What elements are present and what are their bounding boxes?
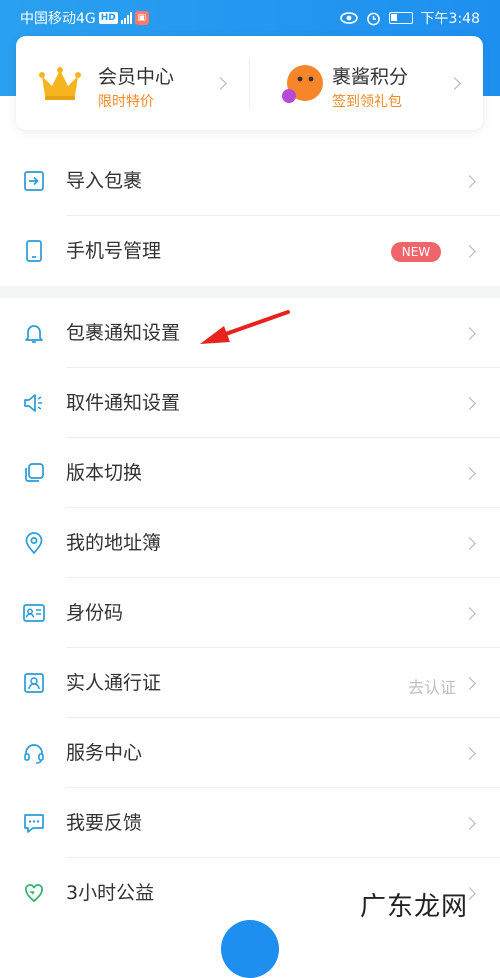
- menu-item-service-center[interactable]: 服务中心: [0, 718, 500, 788]
- chevron-right-icon: [448, 77, 461, 90]
- chevron-right-icon: [463, 607, 476, 620]
- speaker-icon: [24, 394, 42, 412]
- chevron-right-icon: [463, 817, 476, 830]
- watermark-text: 广东龙网: [360, 892, 469, 922]
- chevron-right-icon: [463, 537, 476, 550]
- menu-item-import-package[interactable]: 导入包裹: [0, 146, 500, 216]
- menu-item-phone-management[interactable]: 手机号管理 NEW: [0, 216, 500, 286]
- chevron-right-icon: [463, 677, 476, 690]
- chevron-right-icon: [463, 467, 476, 480]
- feedback-icon: [24, 814, 44, 833]
- menu-item-label: 包裹通知设置: [66, 322, 181, 344]
- signal-icon: [120, 12, 132, 24]
- mascot-icon: [282, 65, 323, 103]
- chevron-right-icon: [463, 747, 476, 760]
- status-bar: 中国移动4G HD ▣ 下午3:48: [0, 0, 500, 34]
- hd-badge: HD: [98, 12, 118, 24]
- menu-item-label: 导入包裹: [66, 170, 143, 192]
- eye-icon: [339, 12, 358, 24]
- points-button[interactable]: 裹酱积分 签到领礼包: [250, 36, 483, 130]
- member-center-button[interactable]: 会员中心 限时特价: [16, 36, 249, 130]
- chevron-right-icon: [463, 245, 476, 258]
- phone-icon: [26, 240, 42, 262]
- menu-item-label: 身份码: [66, 602, 124, 624]
- menu-item-version-switch[interactable]: 版本切换: [0, 438, 500, 508]
- member-center-title: 会员中心: [98, 66, 175, 88]
- carrier-text: 中国移动4G: [20, 11, 96, 27]
- charity-icon: [25, 884, 43, 903]
- app-notification-icon: ▣: [134, 11, 149, 25]
- member-card: 会员中心 限时特价 裹酱积分 签到领礼包: [16, 36, 483, 130]
- chevron-right-icon: [463, 327, 476, 340]
- menu-item-pickup-notification[interactable]: 取件通知设置: [0, 368, 500, 438]
- crown-icon: [39, 67, 81, 100]
- id-card-icon: [23, 604, 45, 622]
- bell-icon: [25, 325, 43, 343]
- menu-item-label: 取件通知设置: [66, 392, 181, 414]
- menu-item-label: 服务中心: [66, 742, 143, 764]
- annotation-arrow-icon: [200, 310, 290, 344]
- chevron-right-icon: [463, 397, 476, 410]
- menu-item-label: 实人通行证: [66, 672, 162, 694]
- menu-item-label: 3小时公益: [66, 882, 155, 904]
- menu-item-label: 手机号管理: [66, 240, 162, 262]
- verify-hint: 去认证: [407, 678, 456, 697]
- section-gap: [0, 286, 500, 298]
- headset-icon: [24, 744, 44, 764]
- menu-item-label: 我要反馈: [66, 812, 143, 834]
- person-icon: [24, 673, 44, 693]
- switch-icon: [25, 463, 44, 482]
- new-badge: NEW: [391, 242, 441, 262]
- menu-item-label: 版本切换: [66, 462, 143, 484]
- points-subtitle: 签到领礼包: [332, 94, 402, 110]
- menu-item-address-book[interactable]: 我的地址簿: [0, 508, 500, 578]
- battery-icon: [388, 12, 413, 24]
- floating-action-button[interactable]: [221, 920, 279, 978]
- alarm-icon: [366, 12, 380, 25]
- clock-text: 下午3:48: [420, 11, 480, 27]
- chevron-right-icon: [463, 175, 476, 188]
- member-center-subtitle: 限时特价: [98, 94, 154, 110]
- location-icon: [25, 532, 43, 555]
- menu-item-feedback[interactable]: 我要反馈: [0, 788, 500, 858]
- chevron-right-icon: [214, 77, 227, 90]
- points-title: 裹酱积分: [332, 66, 409, 88]
- settings-menu: 导入包裹 手机号管理 NEW 包裹通知设置 取件通知设置 版本切换 我的地址簿 …: [0, 146, 500, 928]
- import-icon: [24, 171, 44, 191]
- menu-item-label: 我的地址簿: [66, 532, 162, 554]
- menu-item-identity-code[interactable]: 身份码: [0, 578, 500, 648]
- menu-item-real-name-pass[interactable]: 实人通行证 去认证: [0, 648, 500, 718]
